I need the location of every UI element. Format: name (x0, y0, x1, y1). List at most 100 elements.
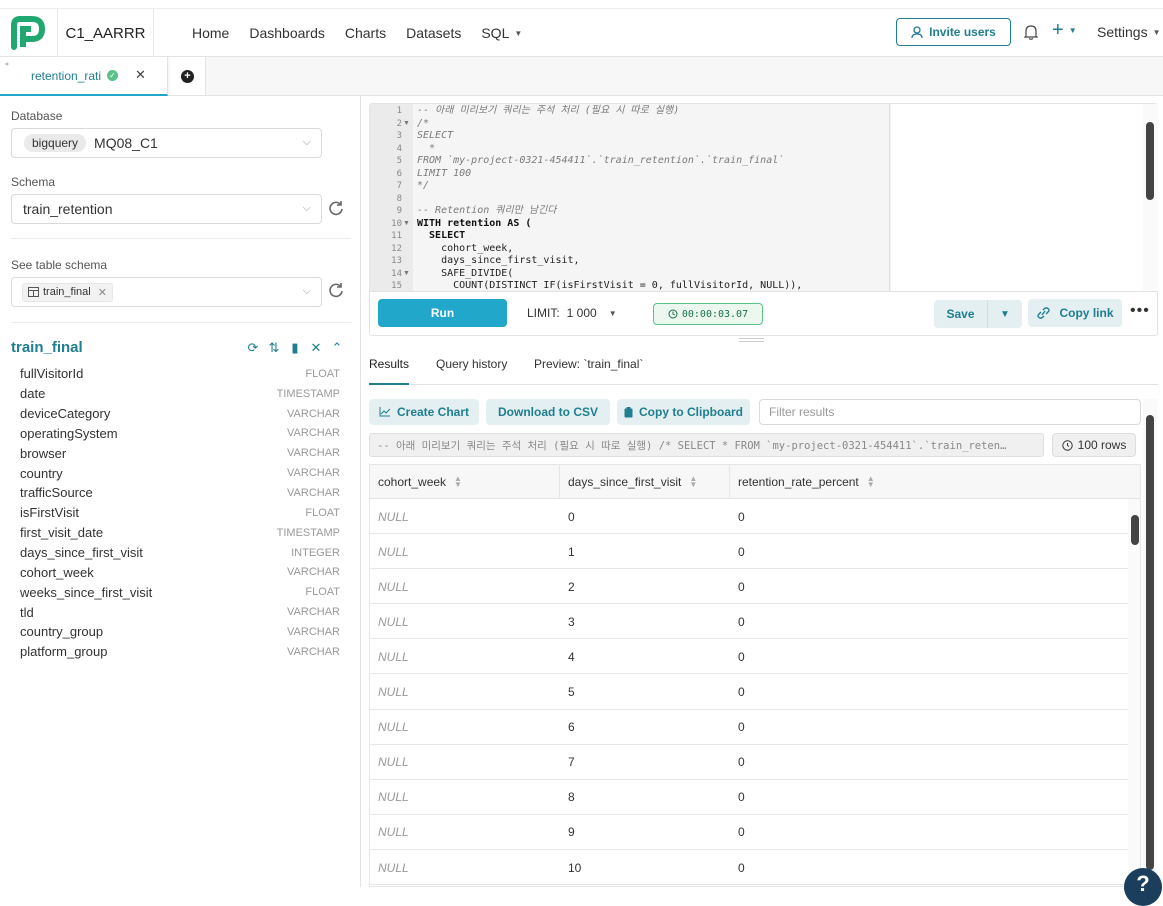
sort-icon[interactable]: ⇅ (267, 340, 281, 356)
editor-scrollbar[interactable] (1143, 104, 1158, 291)
app-logo-icon[interactable] (10, 15, 46, 51)
chevron-down-icon: ⌵ (302, 285, 311, 297)
column-name: days_since_first_visit (20, 545, 143, 561)
scrollbar-thumb[interactable] (1146, 415, 1154, 870)
clock-icon (668, 309, 678, 319)
info-icon (1061, 439, 1073, 451)
table-cell: 1 (568, 544, 575, 559)
schema-value: train_retention (23, 201, 113, 217)
close-icon[interactable]: ✕ (98, 286, 107, 299)
scrollbar-thumb[interactable] (1146, 122, 1154, 200)
schema-select[interactable]: train_retention ⌵ (11, 194, 322, 224)
sync-icon[interactable]: ⟳ (246, 340, 260, 356)
column-type: FLOAT (305, 586, 340, 599)
table-cell: 6 (568, 720, 575, 735)
limit-label: LIMIT: (527, 306, 560, 320)
table-tag[interactable]: train_final ✕ (22, 282, 113, 302)
refresh-icon[interactable] (327, 281, 345, 299)
invite-users-label: Invite users (929, 25, 996, 39)
resize-handle[interactable] (739, 338, 764, 342)
column-header[interactable]: cohort_week ▲ ▼ (370, 465, 560, 499)
bell-icon[interactable] (1024, 24, 1038, 40)
table-cell: 2 (568, 579, 575, 594)
nav-charts[interactable]: Charts (345, 25, 386, 41)
copy-clipboard-button[interactable]: Copy to Clipboard (617, 399, 750, 425)
database-name: MQ08_C1 (94, 135, 158, 151)
table-cell: 7 (568, 755, 575, 770)
table-cell: NULL (378, 649, 409, 664)
fold-icon[interactable]: ▼ (403, 118, 410, 131)
table-cell: 0 (738, 544, 745, 559)
database-select[interactable]: bigquery MQ08_C1 ⌵ (11, 128, 322, 158)
chevron-up-icon[interactable]: ⌃ (330, 340, 344, 356)
close-icon[interactable]: ✕ (309, 340, 323, 356)
save-button[interactable]: Save (934, 300, 988, 328)
database-engine-badge: bigquery (24, 134, 87, 152)
chevron-down-icon[interactable]: ▼ (988, 300, 1022, 328)
column-name: trafficSource (20, 485, 93, 501)
column-name: platform_group (20, 644, 108, 660)
fold-icon[interactable]: ▼ (403, 218, 410, 231)
editor-blank-area[interactable] (891, 104, 1143, 291)
nav-dashboards[interactable]: Dashboards (249, 25, 325, 41)
query-tab-active[interactable]: retention_rati ✓ ✕ (0, 57, 168, 96)
row-count-label: 100 rows (1077, 438, 1127, 452)
clipboard-icon[interactable]: ▮ (288, 340, 302, 356)
column-name: cohort_week (20, 564, 94, 580)
nav-sql[interactable]: SQL ▼ (481, 25, 522, 41)
new-item-menu[interactable]: + ▼ (1052, 19, 1077, 42)
help-icon[interactable]: ? (1124, 868, 1162, 906)
tab-preview[interactable]: Preview: `train_final` (534, 357, 643, 371)
code-line: * (417, 142, 436, 154)
filter-results-input[interactable]: Filter results (759, 399, 1141, 425)
sort-icon[interactable]: ▲ ▼ (867, 475, 875, 489)
limit-dropdown[interactable]: LIMIT: 1 000 ▼ (527, 306, 617, 320)
table-cell: NULL (378, 544, 409, 559)
close-icon[interactable]: ✕ (135, 67, 146, 83)
scrollbar-thumb[interactable] (1131, 515, 1139, 545)
column-header[interactable]: days_since_first_visit ▲ ▼ (560, 465, 730, 499)
app-name[interactable]: C1_AARRR (57, 9, 154, 57)
table-row: NULL 5 0 (370, 675, 1128, 710)
download-csv-button[interactable]: Download to CSV (486, 399, 610, 425)
table-cell: 0 (738, 860, 745, 875)
tab-query-history[interactable]: Query history (436, 357, 507, 371)
sql-editor[interactable]: 1 2 ▼ 3 4 5 6 7 8 9 10 ▼ 11 12 13 14 ▼ 1… (370, 104, 1158, 292)
column-type: TIMESTAMP (276, 387, 340, 400)
sort-icon[interactable]: ▲ ▼ (689, 475, 697, 489)
table-actions: ⟳ ⇅ ▮ ✕ ⌃ (246, 340, 344, 356)
run-button[interactable]: Run (378, 299, 507, 327)
column-row: isFirstVisit FLOAT (20, 503, 340, 523)
add-tab-button[interactable]: + (170, 57, 206, 95)
table-scrollbar[interactable] (1128, 499, 1140, 886)
column-header[interactable]: retention_rate_percent ▲ ▼ (730, 465, 1128, 499)
table-select[interactable]: train_final ✕ ⌵ (11, 277, 322, 307)
line-number: 10 (391, 218, 402, 229)
column-name: isFirstVisit (20, 505, 79, 521)
table-cell: 0 (568, 509, 575, 524)
check-icon: ✓ (107, 70, 118, 81)
nav-datasets[interactable]: Datasets (406, 25, 461, 41)
divider (11, 238, 351, 239)
fold-icon[interactable]: ▼ (403, 268, 410, 281)
invite-users-button[interactable]: Invite users (896, 18, 1011, 46)
column-name: operatingSystem (20, 425, 118, 441)
line-chart-icon (379, 407, 391, 417)
line-number: 7 (396, 181, 402, 191)
copy-link-button[interactable]: Copy link (1028, 299, 1122, 327)
create-chart-button[interactable]: Create Chart (369, 399, 479, 425)
code-area[interactable]: -- 아래 미리보기 쿼리는 주석 처리 (필요 시 따로 실행) /* SEL… (417, 104, 890, 291)
filter-placeholder: Filter results (769, 405, 835, 419)
more-options-icon[interactable]: ••• (1130, 303, 1150, 319)
settings-menu[interactable]: Settings ▼ (1097, 24, 1161, 40)
refresh-icon[interactable] (327, 199, 345, 217)
sort-icon[interactable]: ▲ ▼ (454, 475, 462, 489)
tab-results[interactable]: Results (369, 357, 410, 385)
column-row: weeks_since_first_visit FLOAT (20, 582, 340, 602)
column-name: browser (20, 445, 67, 461)
table-title[interactable]: train_final (11, 339, 83, 356)
nav-home[interactable]: Home (192, 25, 229, 41)
code-line: WITH retention AS ( (417, 217, 532, 229)
results-scrollbar[interactable] (1143, 399, 1157, 887)
line-number: 1 (396, 106, 402, 116)
